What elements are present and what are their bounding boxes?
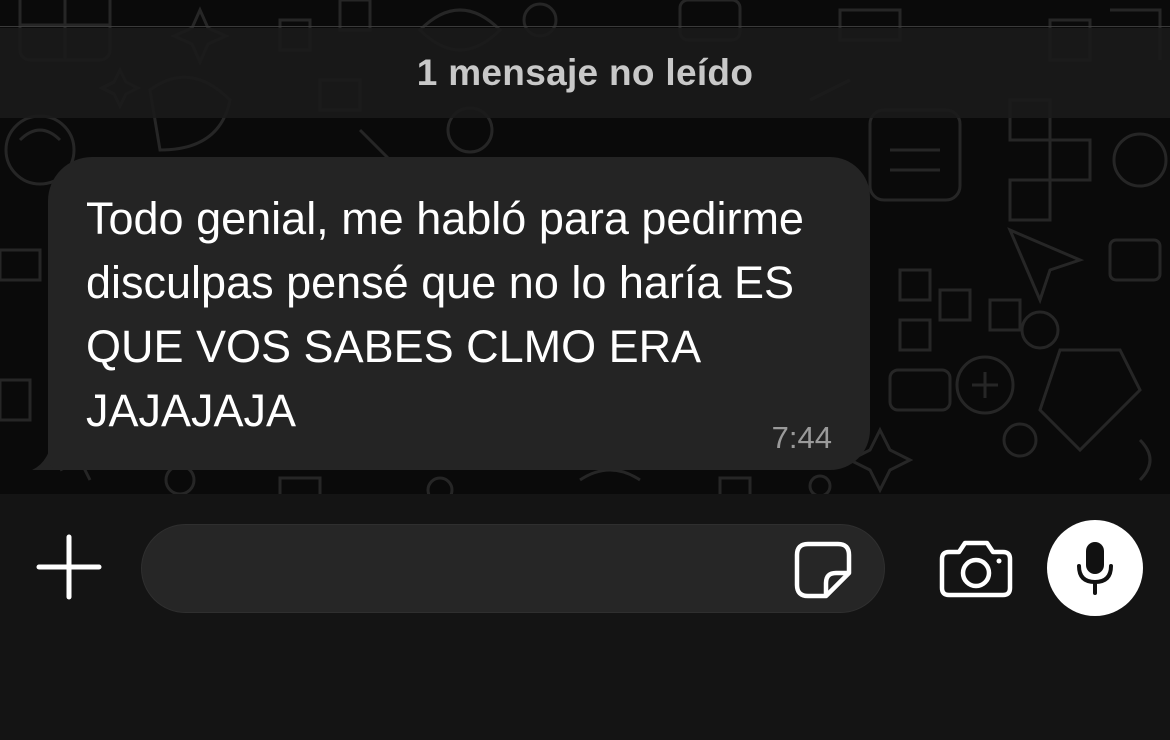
chat-screen: 1 mensaje no leído Todo genial, me habló… [0, 0, 1170, 740]
unread-messages-label: 1 mensaje no leído [416, 52, 754, 93]
camera-icon [939, 540, 1013, 598]
message-text: Todo genial, me habló para pedirme discu… [86, 193, 804, 436]
incoming-message-bubble[interactable]: Todo genial, me habló para pedirme discu… [48, 157, 870, 470]
plus-icon [36, 534, 102, 600]
message-timestamp: 7:44 [771, 420, 832, 455]
microphone-icon [1077, 542, 1113, 595]
sticker-button[interactable] [794, 541, 852, 599]
message-input[interactable] [172, 525, 796, 614]
attach-button[interactable] [36, 534, 102, 600]
divider [0, 26, 1170, 27]
unread-messages-banner: 1 mensaje no leído [0, 28, 1170, 118]
camera-button[interactable] [939, 540, 1013, 598]
voice-record-button[interactable] [1047, 520, 1143, 616]
message-input-field[interactable] [141, 524, 885, 614]
chat-area[interactable]: 1 mensaje no leído Todo genial, me habló… [0, 0, 1170, 494]
sticker-icon [794, 541, 852, 599]
